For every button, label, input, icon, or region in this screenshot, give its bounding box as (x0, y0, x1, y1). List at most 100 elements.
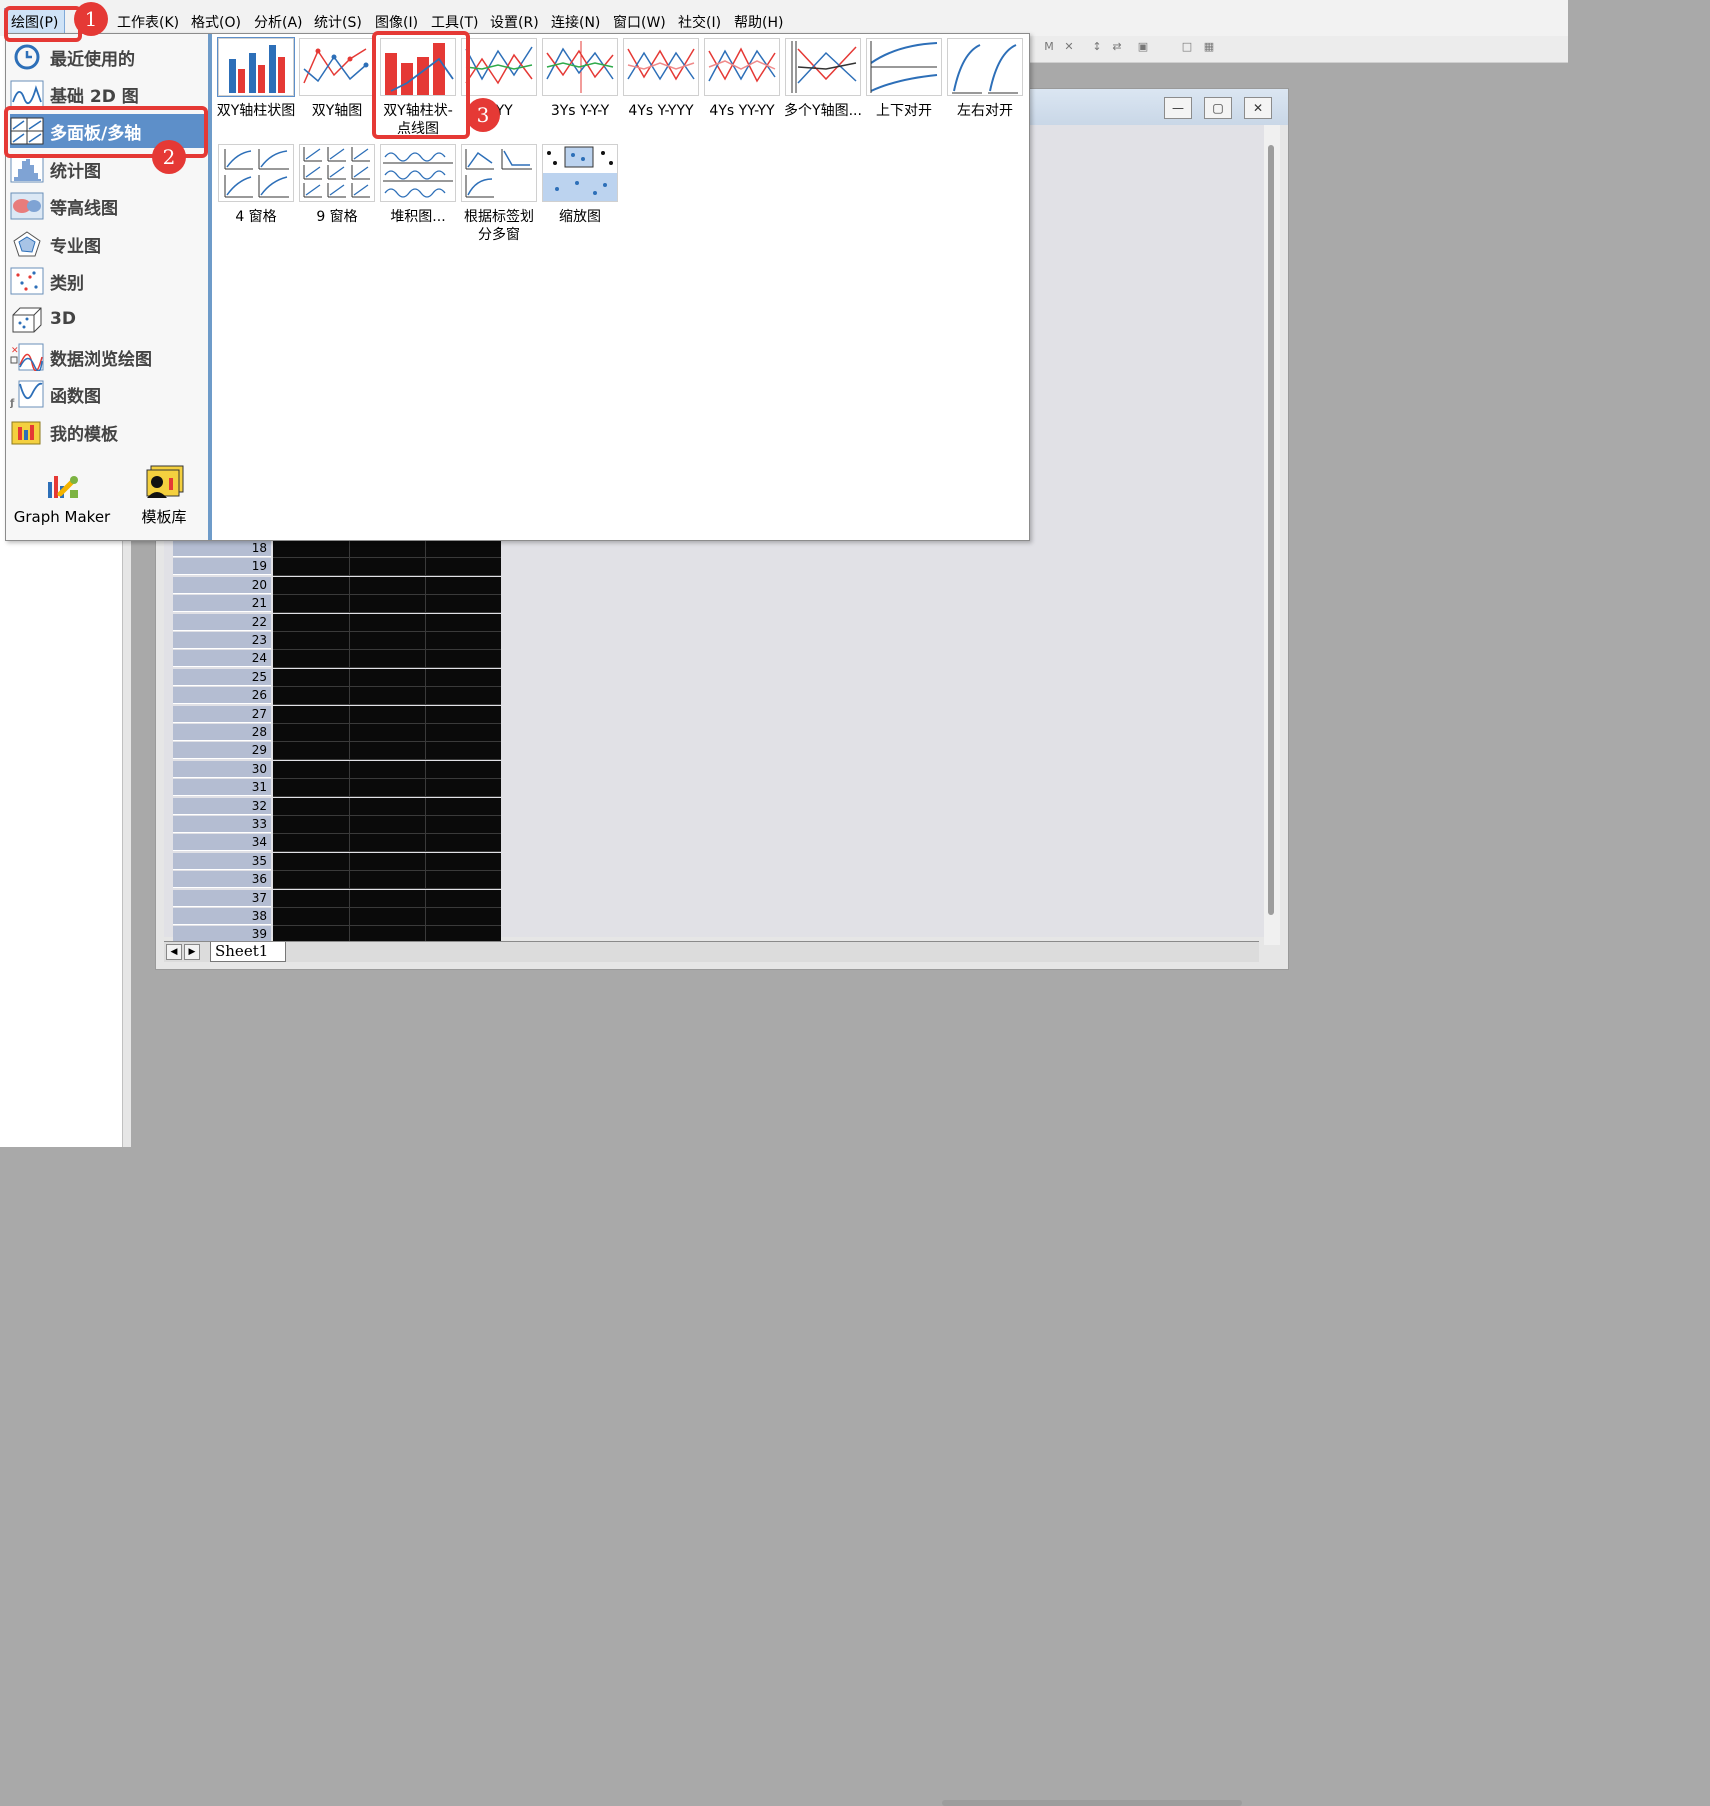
row-header[interactable]: 27 (173, 705, 271, 723)
toolbar: M ✕ ↕ ⇄ ▣ □ ▦ (1030, 36, 1568, 63)
row-header[interactable]: 26 (173, 687, 271, 705)
template-stack-vertical[interactable]: 上下对开 (864, 38, 944, 120)
table-row[interactable] (273, 852, 501, 871)
minimize-icon[interactable]: — (1164, 97, 1192, 119)
category-contour[interactable]: 等高线图 (10, 189, 204, 223)
toolbar-tool-icon[interactable]: ▦ (1202, 40, 1216, 54)
column-separator (349, 816, 350, 833)
maximize-icon[interactable]: ▢ (1204, 97, 1232, 119)
table-row[interactable] (273, 687, 501, 706)
category-3d[interactable]: 3D (10, 302, 204, 336)
table-row[interactable] (273, 595, 501, 614)
close-icon[interactable]: ✕ (1244, 97, 1272, 119)
table-row[interactable] (273, 816, 501, 834)
menu-window[interactable]: 窗口(W) (613, 12, 666, 32)
row-header[interactable]: 34 (173, 834, 271, 852)
column-separator (349, 797, 350, 815)
row-header[interactable]: 20 (173, 576, 271, 594)
graph-maker-button[interactable]: Graph Maker (12, 464, 112, 526)
menu-worksheet[interactable]: 工作表(K) (117, 12, 179, 32)
menu-image[interactable]: 图像(I) (375, 12, 418, 32)
9-panel-thumb (299, 144, 375, 202)
table-row[interactable] (273, 908, 501, 926)
category-function[interactable]: ƒ 函数图 (10, 377, 204, 411)
toolbar-tool-icon[interactable]: M (1042, 40, 1056, 54)
row-header[interactable]: 18 (173, 540, 271, 557)
sheet-tab[interactable]: Sheet1 (210, 942, 286, 962)
row-header[interactable]: 38 (173, 908, 271, 925)
horizontal-scroll-thumb[interactable] (942, 1800, 1242, 1806)
tab-scroll-right-icon[interactable]: ▶ (184, 944, 200, 960)
row-header[interactable]: 33 (173, 816, 271, 833)
toolbar-tool-icon[interactable]: □ (1180, 40, 1194, 54)
template-stack[interactable]: 堆积图... (378, 144, 458, 226)
table-row[interactable] (273, 889, 501, 908)
row-header[interactable]: 35 (173, 852, 271, 870)
template-3ys-y-y-y[interactable]: 3Ys Y-Y-Y (540, 38, 620, 120)
table-row[interactable] (273, 834, 501, 853)
row-header[interactable]: 23 (173, 632, 271, 649)
row-header[interactable]: 28 (173, 724, 271, 741)
template-9-panel[interactable]: 9 窗格 (297, 144, 377, 226)
row-header[interactable]: 24 (173, 650, 271, 668)
template-4-panel[interactable]: 4 窗格 (216, 144, 296, 226)
menu-social[interactable]: 社交(I) (678, 12, 721, 32)
menu-analysis[interactable]: 分析(A) (254, 12, 303, 32)
menu-connect[interactable]: 连接(N) (551, 12, 600, 32)
table-row[interactable] (273, 742, 501, 761)
table-row[interactable] (273, 576, 501, 595)
category-my-templates[interactable]: 我的模板 (10, 415, 204, 449)
category-recent[interactable]: 最近使用的 (10, 40, 204, 74)
template-library-button[interactable]: 模板库 (124, 464, 204, 527)
table-row[interactable] (273, 760, 501, 779)
template-multi-y[interactable]: 多个Y轴图... (783, 38, 863, 120)
template-zoom[interactable]: 缩放图 (540, 144, 620, 226)
table-row[interactable] (273, 650, 501, 669)
table-row[interactable] (273, 797, 501, 816)
column-separator (425, 779, 426, 797)
tab-scroll-left-icon[interactable]: ◀ (166, 944, 182, 960)
toolbar-tool-icon[interactable]: ✕ (1062, 40, 1076, 54)
toolbar-tool-icon[interactable]: ⇄ (1110, 40, 1124, 54)
scroll-thumb[interactable] (1268, 145, 1274, 915)
row-header[interactable]: 25 (173, 668, 271, 686)
row-header[interactable]: 37 (173, 889, 271, 907)
template-multi-panel-by-label[interactable]: 根据标签划分多窗 (459, 144, 539, 244)
table-row[interactable] (273, 779, 501, 798)
menu-statistics[interactable]: 统计(S) (314, 12, 362, 32)
table-row[interactable] (273, 558, 501, 577)
column-separator (425, 797, 426, 815)
menu-settings[interactable]: 设置(R) (490, 12, 539, 32)
template-double-y-column[interactable]: 双Y轴柱状图 (216, 37, 296, 120)
table-row[interactable] (273, 724, 501, 742)
template-side-by-side[interactable]: 左右对开 (945, 38, 1025, 120)
row-header[interactable]: 32 (173, 797, 271, 815)
row-header[interactable]: 36 (173, 871, 271, 889)
menu-help[interactable]: 帮助(H) (734, 12, 783, 32)
row-header[interactable]: 21 (173, 595, 271, 613)
row-header[interactable]: 30 (173, 760, 271, 778)
row-header[interactable]: 19 (173, 558, 271, 576)
template-label: 3Ys Y-Y-Y (550, 103, 610, 119)
row-header[interactable]: 31 (173, 779, 271, 797)
toolbar-tool-icon[interactable]: ↕ (1090, 40, 1104, 54)
row-header[interactable]: 29 (173, 742, 271, 760)
table-row[interactable] (273, 668, 501, 687)
menu-tools[interactable]: 工具(T) (431, 12, 478, 32)
category-specialized[interactable]: 专业图 (10, 227, 204, 261)
row-header[interactable]: 22 (173, 613, 271, 631)
category-categorical[interactable]: 类别 (10, 264, 204, 298)
toolbar-tool-icon[interactable]: ▣ (1136, 40, 1150, 54)
table-row[interactable] (273, 871, 501, 890)
vertical-scrollbar[interactable] (1264, 125, 1280, 945)
table-row[interactable] (273, 613, 501, 632)
category-data-explore[interactable]: ✕ 数据浏览绘图 (10, 340, 204, 374)
template-4ys-yy-yy[interactable]: 4Ys YY-YY (702, 38, 782, 120)
template-double-y[interactable]: 双Y轴图 (297, 38, 377, 120)
menu-format[interactable]: 格式(O) (191, 12, 241, 32)
table-row[interactable] (273, 632, 501, 650)
table-row[interactable] (273, 705, 501, 724)
template-4ys-y-yyy[interactable]: 4Ys Y-YYY (621, 38, 701, 120)
table-row[interactable] (273, 540, 501, 558)
column-separator (349, 540, 350, 557)
